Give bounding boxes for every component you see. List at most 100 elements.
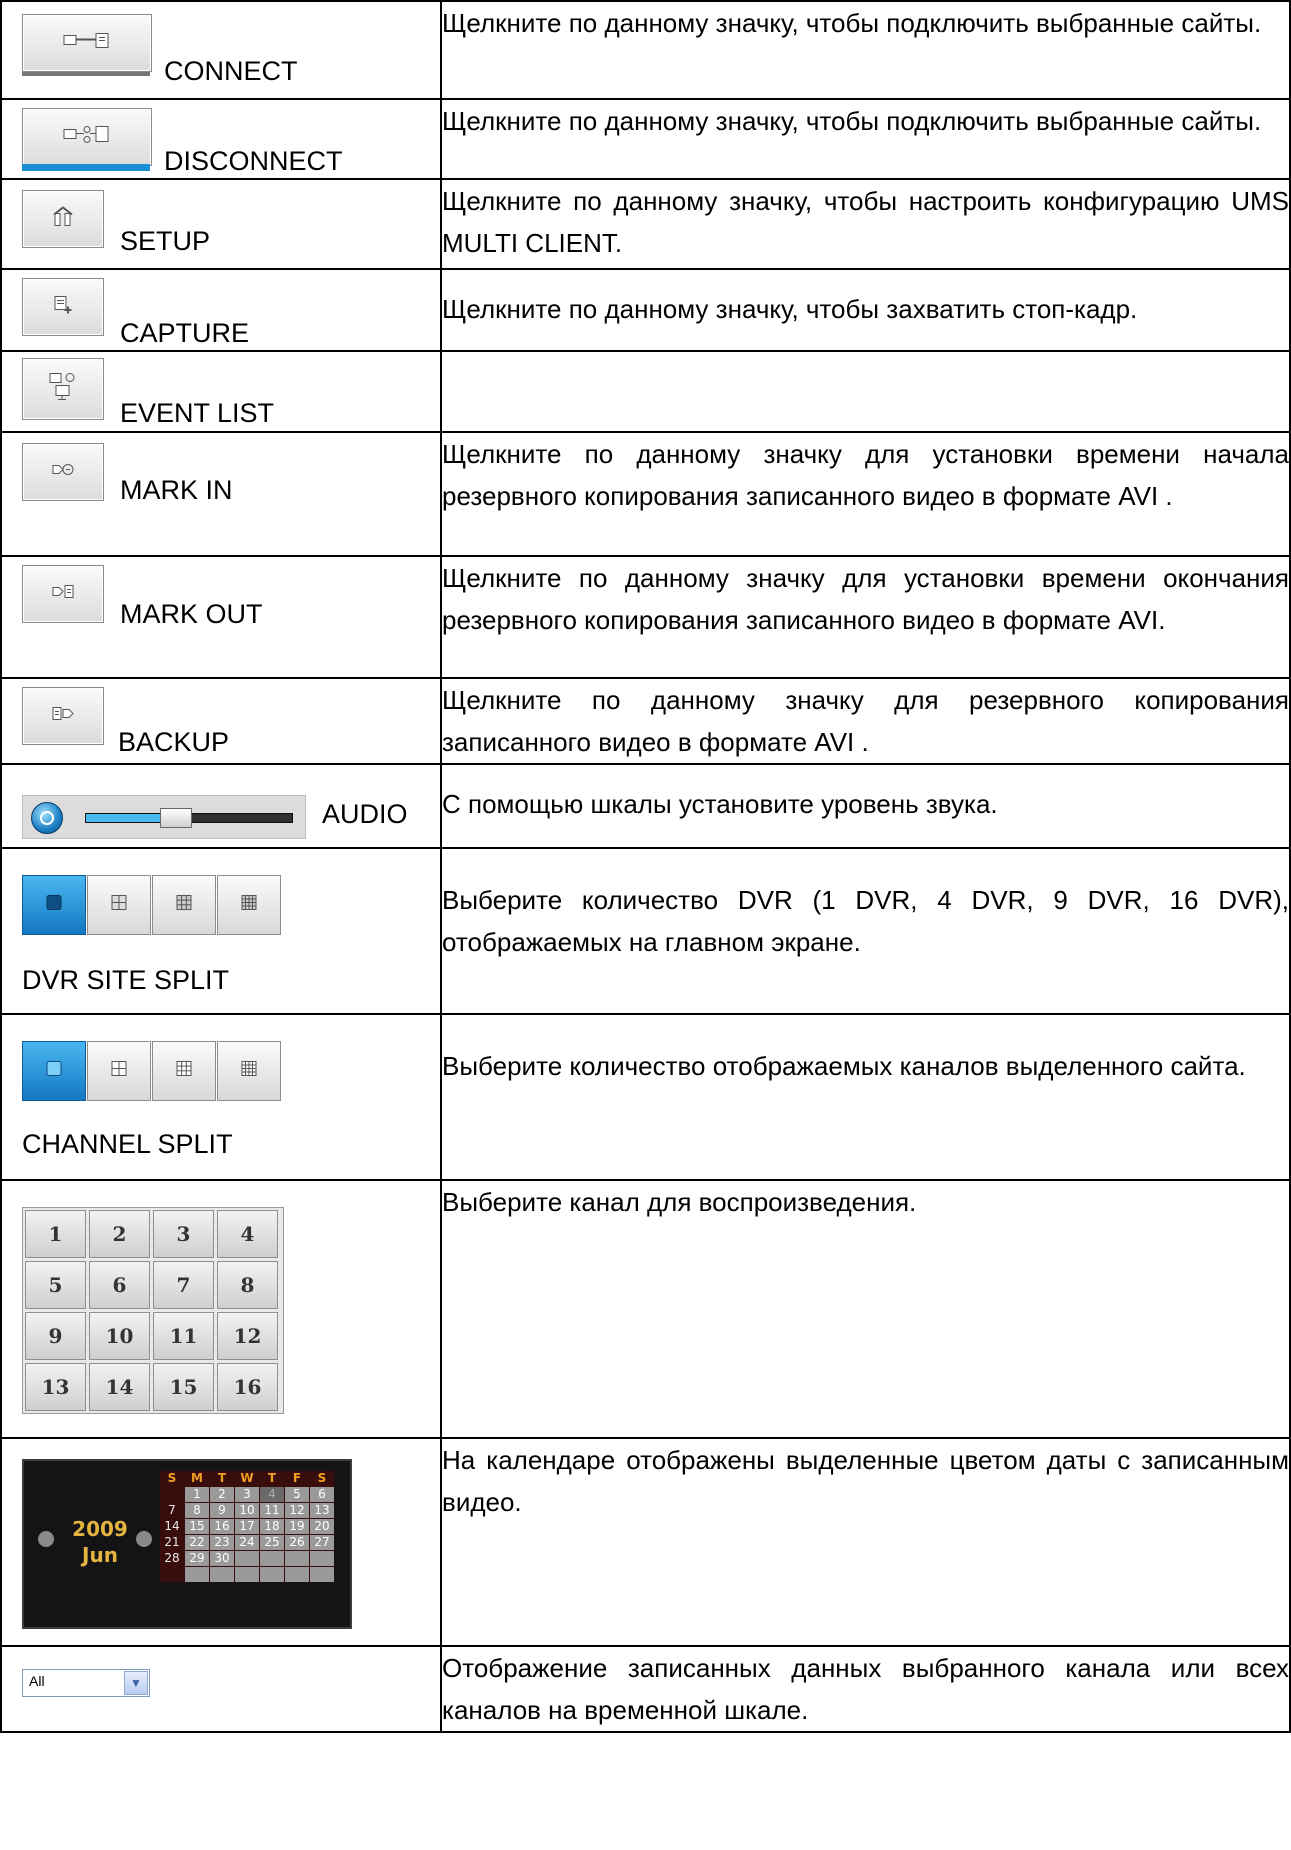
calendar-day[interactable]: 11 [260, 1503, 284, 1518]
mark-out-button[interactable] [22, 565, 104, 623]
weekday-header: F [292, 1471, 302, 1485]
calendar-day[interactable]: 30 [210, 1551, 234, 1566]
channel-button[interactable]: 15 [153, 1363, 214, 1411]
channel-button[interactable]: 3 [153, 1210, 214, 1258]
channel-button[interactable]: 6 [89, 1261, 150, 1309]
channel-button[interactable]: 8 [217, 1261, 278, 1309]
calendar-day[interactable]: 8 [185, 1503, 209, 1518]
dvr-split-cell: DVR SITE SPLIT [0, 847, 442, 1015]
calendar-day[interactable]: 15 [185, 1519, 209, 1534]
channel-button[interactable]: 13 [25, 1363, 86, 1411]
calendar-day[interactable]: 20 [310, 1519, 334, 1534]
dvr-split-buttons [22, 875, 282, 935]
dvr-split-16-button[interactable] [217, 875, 281, 935]
disconnect-label: DISCONNECT [164, 146, 343, 176]
mark-in-label: MARK IN [120, 475, 233, 505]
channel-button[interactable]: 9 [25, 1312, 86, 1360]
calendar-day[interactable]: 3 [235, 1487, 259, 1502]
weekday-header: W [240, 1471, 254, 1485]
channel-split-description: Выберите количество отображаемых каналов… [442, 1051, 1246, 1081]
calendar-day[interactable]: 1 [185, 1487, 209, 1502]
calendar-widget: 2009 Jun S M T W T F S 1 2 3 4 5 6 7 8 9 10 11 12 13 14 15 16 1… [22, 1459, 352, 1629]
audio-slider-track[interactable] [85, 808, 293, 828]
split-4-icon [111, 895, 127, 916]
channel-button[interactable]: 10 [89, 1312, 150, 1360]
calendar-year: 2009 [72, 1517, 128, 1541]
calendar-day[interactable]: 24 [235, 1535, 259, 1550]
disconnect-underline [22, 164, 150, 171]
calendar-day[interactable]: 21 [160, 1535, 184, 1550]
calendar-day[interactable]: 27 [310, 1535, 334, 1550]
channel-button[interactable]: 4 [217, 1210, 278, 1258]
split-9-icon [176, 1061, 192, 1082]
setup-cell: SETUP [0, 178, 442, 270]
calendar-day[interactable]: 9 [210, 1503, 234, 1518]
capture-button[interactable] [22, 278, 104, 336]
calendar-day[interactable]: 13 [310, 1503, 334, 1518]
calendar-day[interactable]: 12 [285, 1503, 309, 1518]
mark-in-description: Щелкните по данному значку для установки… [442, 439, 1289, 511]
mark-in-cell: MARK IN [0, 431, 442, 557]
calendar-day[interactable]: 14 [160, 1519, 184, 1534]
channel-button[interactable]: 14 [89, 1363, 150, 1411]
chevron-down-icon[interactable]: ▼ [124, 1671, 148, 1695]
audio-control [22, 795, 306, 839]
calendar-day[interactable]: 28 [160, 1551, 184, 1566]
channel-split-9-button[interactable] [152, 1041, 216, 1101]
channel-split-buttons [22, 1041, 282, 1101]
channel-button[interactable]: 12 [217, 1312, 278, 1360]
mark-out-label: MARK OUT [120, 599, 263, 629]
channel-button[interactable]: 5 [25, 1261, 86, 1309]
disconnect-description: Щелкните по данному значку, чтобы подклю… [442, 106, 1262, 136]
audio-slider-thumb[interactable] [159, 808, 192, 828]
calendar-day[interactable]: 2 [210, 1487, 234, 1502]
mark-out-description: Щелкните по данному значку для установки… [442, 563, 1289, 635]
connect-button[interactable] [22, 14, 152, 72]
channel-split-label: CHANNEL SPLIT [22, 1129, 233, 1159]
mark-in-button[interactable] [22, 443, 104, 501]
calendar-day[interactable]: 25 [260, 1535, 284, 1550]
connect-label: CONNECT [164, 56, 298, 86]
dvr-split-9-button[interactable] [152, 875, 216, 935]
calendar-day[interactable]: 19 [285, 1519, 309, 1534]
channel-filter-dropdown[interactable]: All ▼ [22, 1669, 150, 1697]
backup-button[interactable] [22, 687, 104, 745]
calendar-day[interactable]: 18 [260, 1519, 284, 1534]
channel-split-4-button[interactable] [87, 1041, 151, 1101]
calendar-day[interactable]: 5 [285, 1487, 309, 1502]
event-list-icon [48, 372, 78, 407]
channel-button[interactable]: 16 [217, 1363, 278, 1411]
calendar-day[interactable]: 22 [185, 1535, 209, 1550]
calendar-day [160, 1487, 184, 1502]
calendar-day [235, 1567, 259, 1582]
setup-label: SETUP [120, 226, 211, 256]
dvr-split-1-button[interactable] [22, 875, 86, 935]
calendar-day[interactable]: 29 [185, 1551, 209, 1566]
setup-icon [52, 206, 74, 233]
feature-table: CONNECT Щелкните по данному значку, чтоб… [0, 0, 1291, 1733]
channel-button[interactable]: 11 [153, 1312, 214, 1360]
disconnect-button[interactable] [22, 108, 152, 166]
calendar-day[interactable]: 17 [235, 1519, 259, 1534]
setup-button[interactable] [22, 190, 104, 248]
channel-button[interactable]: 2 [89, 1210, 150, 1258]
audio-icon[interactable] [31, 802, 63, 834]
dvr-split-4-button[interactable] [87, 875, 151, 935]
mark-out-cell: MARK OUT [0, 555, 442, 679]
prev-month-icon[interactable] [38, 1531, 54, 1547]
calendar-day[interactable]: 7 [160, 1503, 184, 1518]
calendar-day[interactable]: 23 [210, 1535, 234, 1550]
channel-split-16-button[interactable] [217, 1041, 281, 1101]
next-month-icon[interactable] [136, 1531, 152, 1547]
event-list-button[interactable] [22, 358, 104, 420]
calendar-day[interactable]: 4 [260, 1487, 284, 1502]
split-16-icon [241, 895, 257, 916]
mark-out-icon [51, 584, 75, 605]
calendar-day[interactable]: 10 [235, 1503, 259, 1518]
calendar-day[interactable]: 16 [210, 1519, 234, 1534]
channel-button[interactable]: 7 [153, 1261, 214, 1309]
calendar-day[interactable]: 6 [310, 1487, 334, 1502]
calendar-day[interactable]: 26 [285, 1535, 309, 1550]
channel-split-1-button[interactable] [22, 1041, 86, 1101]
channel-button[interactable]: 1 [25, 1210, 86, 1258]
